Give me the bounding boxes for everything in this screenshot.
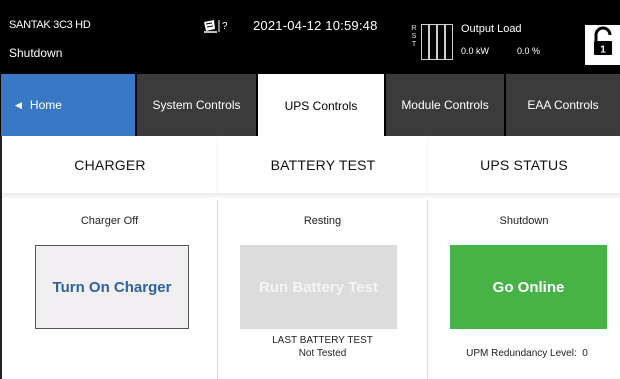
- battery-test-heading: BATTERY TEST: [218, 136, 428, 194]
- output-load-kw: 0.0 kW: [461, 46, 490, 56]
- device-name: SANTAK 3C3 HD: [9, 19, 91, 31]
- ups-status-value: Shutdown: [499, 215, 549, 227]
- last-battery-test-value: Not Tested: [298, 348, 347, 359]
- load-bar-meter: [421, 24, 453, 60]
- output-load-percent: 0.0 %: [517, 46, 541, 56]
- last-battery-test-label: LAST BATTERY TEST: [272, 335, 373, 346]
- left-arrow-icon: ◀: [15, 99, 22, 110]
- tab-system-controls-label: System Controls: [152, 98, 241, 112]
- phase-label-t: T: [411, 39, 417, 48]
- tab-ups-controls[interactable]: UPS Controls: [258, 74, 384, 138]
- lock-button[interactable]: 1: [585, 25, 620, 65]
- tab-home-label: Home: [29, 98, 62, 112]
- load-bar-r: [421, 24, 429, 60]
- upm-redundancy-level: UPM Redundancy Level: 0: [466, 348, 588, 359]
- load-bar-t: [437, 24, 445, 60]
- device-state: Shutdown: [9, 46, 63, 60]
- lock-level: 1: [600, 45, 606, 56]
- tab-ups-controls-label: UPS Controls: [284, 99, 358, 113]
- charger-heading: CHARGER: [2, 136, 218, 194]
- alarm-badge: ?: [222, 21, 228, 32]
- run-battery-test-button[interactable]: Run Battery Test: [240, 245, 397, 329]
- alarm-icon[interactable]: ?: [203, 19, 235, 33]
- ups-status-heading: UPS STATUS: [428, 136, 620, 194]
- phase-labels: R S T: [410, 24, 418, 48]
- go-online-button[interactable]: Go Online: [450, 245, 607, 329]
- turn-on-charger-button[interactable]: Turn On Charger: [35, 245, 189, 329]
- load-bar-4: [445, 24, 453, 60]
- tab-home[interactable]: ◀ Home: [1, 74, 135, 136]
- load-bar-s: [429, 24, 437, 60]
- tab-eaa-controls-label: EAA Controls: [527, 98, 599, 112]
- datetime: 2021-04-12 10:59:48: [253, 18, 378, 33]
- tab-eaa-controls[interactable]: EAA Controls: [506, 74, 620, 136]
- tab-module-controls-label: Module Controls: [401, 98, 489, 112]
- tab-system-controls[interactable]: System Controls: [137, 74, 256, 136]
- unlocked-padlock-icon: 1: [594, 26, 612, 56]
- output-load-title: Output Load: [461, 23, 522, 35]
- battery-status: Resting: [303, 215, 342, 227]
- tab-module-controls[interactable]: Module Controls: [386, 74, 504, 136]
- status-header: SANTAK 3C3 HD Shutdown ? 2021-04-12 10:5…: [0, 0, 620, 72]
- charger-status: Charger Off: [80, 215, 139, 227]
